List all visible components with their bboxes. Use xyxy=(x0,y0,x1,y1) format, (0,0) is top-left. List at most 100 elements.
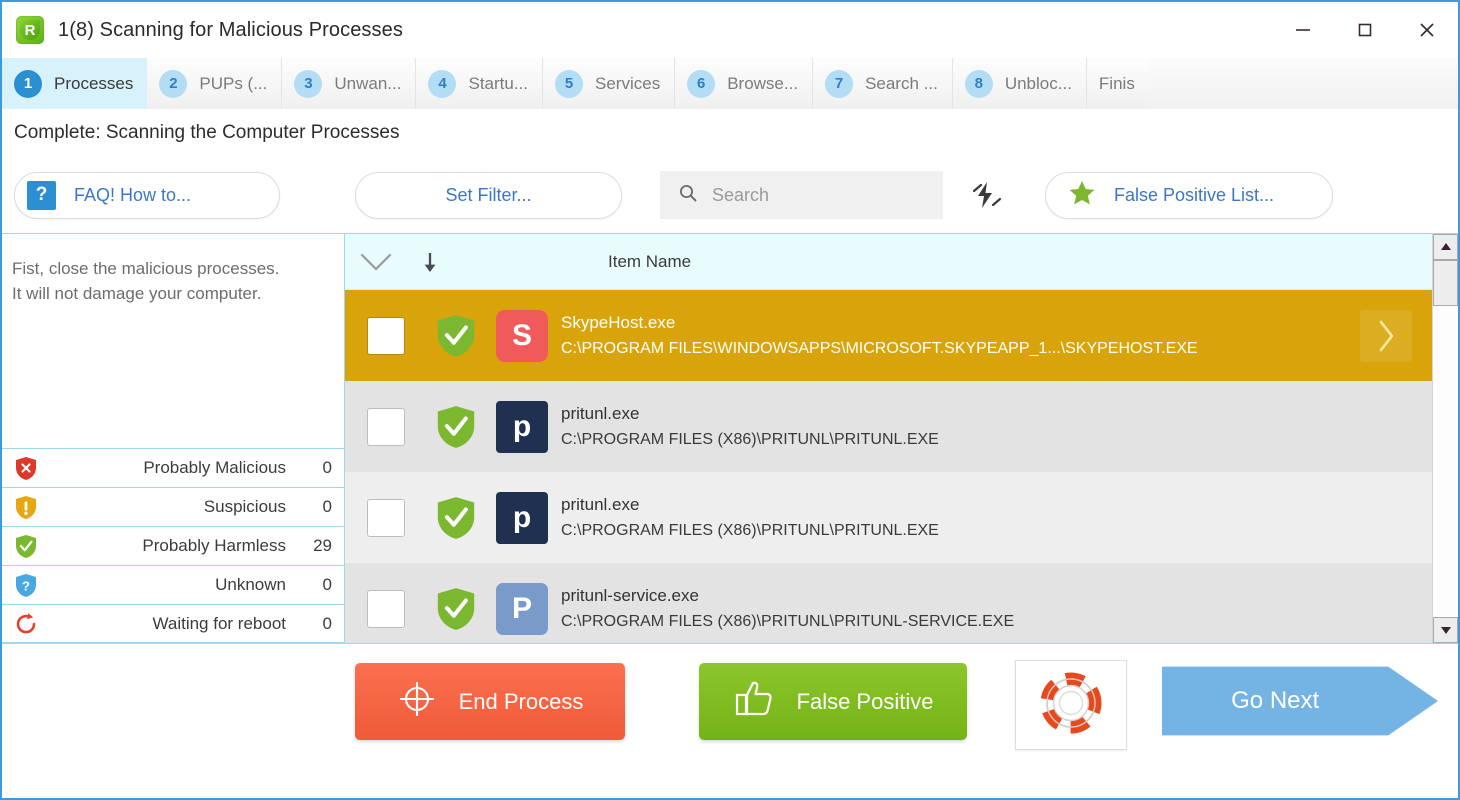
stat-label: Probably Harmless xyxy=(142,536,286,555)
end-process-button[interactable]: End Process xyxy=(355,663,625,740)
search-box[interactable] xyxy=(660,171,943,219)
faq-button[interactable]: ? FAQ! How to... xyxy=(14,171,280,219)
refresh-button[interactable] xyxy=(957,171,1017,219)
set-filter-button-label: Set Filter... xyxy=(445,184,532,205)
stat-value: 29 xyxy=(313,536,332,555)
go-next-button[interactable]: Go Next xyxy=(1162,662,1438,740)
shield-malicious-icon xyxy=(12,456,40,481)
question-mark-icon: ? xyxy=(27,180,56,210)
stat-value: 0 xyxy=(322,497,332,516)
shield-harmless-icon xyxy=(427,404,485,450)
app-logo-icon: R xyxy=(16,16,44,44)
close-button[interactable] xyxy=(1396,2,1458,58)
tab-number: 6 xyxy=(687,69,716,98)
tab-label: Processes xyxy=(54,73,134,93)
row-item-name: pritunl.exe xyxy=(561,494,640,514)
application-window: R 1(8) Scanning for Malicious Processes … xyxy=(0,0,1460,800)
maximize-button[interactable] xyxy=(1334,2,1396,58)
tab-label: PUPs (... xyxy=(199,73,268,93)
false-positive-list-label: False Positive List... xyxy=(1114,184,1275,205)
scan-status-text: Complete: Scanning the Computer Processe… xyxy=(14,122,400,143)
tab-label: Startu... xyxy=(468,73,529,93)
row-checkbox[interactable] xyxy=(367,316,405,355)
false-positive-button[interactable]: False Positive xyxy=(699,663,967,740)
star-icon xyxy=(1068,179,1096,212)
go-next-label: Go Next xyxy=(1231,687,1320,714)
app-icon-cell: p xyxy=(485,400,559,453)
scrollbar-thumb[interactable] xyxy=(1433,260,1458,306)
pritunl-app-icon: p xyxy=(496,400,548,453)
stat-label: Unknown xyxy=(215,575,286,594)
tab-unwanted[interactable]: 3 Unwan... xyxy=(282,58,417,109)
row-item-path: C:\PROGRAM FILES (X86)\PRITUNL\PRITUNL.E… xyxy=(561,430,939,448)
stat-value: 0 xyxy=(322,458,332,477)
lifebuoy-icon xyxy=(1040,672,1102,739)
tab-number: 5 xyxy=(555,69,584,98)
tab-pups[interactable]: 2 PUPs (... xyxy=(147,58,283,109)
tab-number: 1 xyxy=(14,69,42,98)
row-checkbox[interactable] xyxy=(367,407,405,446)
app-icon-cell: S xyxy=(485,309,559,362)
tab-search[interactable]: 7 Search ... xyxy=(813,58,953,109)
items-list: S SkypeHost.exe C:\PROGRAM FILES\WINDOWS… xyxy=(345,290,1432,643)
app-icon-cell: P xyxy=(485,582,559,635)
table-row[interactable]: p pritunl.exe C:\PROGRAM FILES (X86)\PRI… xyxy=(345,472,1432,563)
items-list-panel: Item Name S SkypeHost.exe C:\PROGRAM FIL… xyxy=(345,234,1432,643)
tab-startup[interactable]: 4 Startu... xyxy=(416,58,544,109)
table-row[interactable]: S SkypeHost.exe C:\PROGRAM FILES\WINDOWS… xyxy=(345,290,1432,381)
row-item-name: pritunl-service.exe xyxy=(561,585,699,605)
minimize-button[interactable] xyxy=(1272,2,1334,58)
tab-browsers[interactable]: 6 Browse... xyxy=(675,58,814,109)
row-text-cell: pritunl.exe C:\PROGRAM FILES (X86)\PRITU… xyxy=(559,401,1340,453)
search-input[interactable] xyxy=(712,184,922,206)
faq-button-label: FAQ! How to... xyxy=(74,184,192,205)
scroll-up-button[interactable] xyxy=(1433,234,1458,260)
stat-row-suspicious[interactable]: Suspicious 0 xyxy=(2,487,344,526)
chevron-down-icon[interactable] xyxy=(345,251,407,273)
false-positive-label: False Positive xyxy=(796,688,934,714)
tab-number: 8 xyxy=(964,69,993,98)
window-controls xyxy=(1272,2,1458,58)
reboot-icon xyxy=(12,612,40,636)
chevron-right-icon[interactable] xyxy=(1360,309,1412,362)
pritunl-service-app-icon: P xyxy=(496,582,548,635)
table-row[interactable]: P pritunl-service.exe C:\PROGRAM FILES (… xyxy=(345,563,1432,643)
tab-label: Search ... xyxy=(865,73,938,93)
help-button[interactable] xyxy=(1015,660,1127,750)
row-checkbox[interactable] xyxy=(367,498,405,537)
window-title: 1(8) Scanning for Malicious Processes xyxy=(58,18,403,41)
tab-unblock[interactable]: 8 Unbloc... xyxy=(952,58,1087,109)
crosshair-icon xyxy=(397,679,437,724)
main-area: Fist, close the malicious processes. It … xyxy=(2,233,1458,643)
set-filter-button[interactable]: Set Filter... xyxy=(355,171,622,219)
vertical-scrollbar[interactable] xyxy=(1432,234,1458,643)
tab-finish[interactable]: Finis xyxy=(1086,58,1149,109)
stat-row-waiting-for-reboot[interactable]: Waiting for reboot 0 xyxy=(2,604,344,643)
tab-services[interactable]: 5 Services xyxy=(543,58,676,109)
table-row[interactable]: p pritunl.exe C:\PROGRAM FILES (X86)\PRI… xyxy=(345,381,1432,472)
row-text-cell: SkypeHost.exe C:\PROGRAM FILES\WINDOWSAP… xyxy=(559,310,1340,362)
row-item-path: C:\PROGRAM FILES (X86)\PRITUNL\PRITUNL-S… xyxy=(561,612,1015,630)
sort-descending-icon[interactable] xyxy=(407,251,453,273)
tab-number: 7 xyxy=(825,69,854,98)
footer-actions: End Process False Positive Go Next xyxy=(2,643,1458,798)
skype-app-icon: S xyxy=(496,309,548,362)
sidebar: Fist, close the malicious processes. It … xyxy=(2,234,345,643)
stat-value: 0 xyxy=(322,575,332,594)
scroll-down-button[interactable] xyxy=(1433,617,1458,643)
stat-row-probably-harmless[interactable]: Probably Harmless 29 xyxy=(2,526,344,565)
stat-label: Probably Malicious xyxy=(143,458,286,477)
tab-number: 4 xyxy=(428,69,457,98)
tab-processes[interactable]: 1 Processes xyxy=(2,58,148,109)
stat-row-unknown[interactable]: ? Unknown 0 xyxy=(2,565,344,604)
row-checkbox-cell xyxy=(345,316,427,355)
column-header-item-name: Item Name xyxy=(608,251,692,271)
row-checkbox[interactable] xyxy=(367,589,405,628)
tab-label: Unwan... xyxy=(334,73,402,93)
false-positive-list-button[interactable]: False Positive List... xyxy=(1045,171,1333,219)
list-header: Item Name xyxy=(345,234,1432,290)
row-item-path: C:\PROGRAM FILES (X86)\PRITUNL\PRITUNL.E… xyxy=(561,521,939,539)
stat-row-probably-malicious[interactable]: Probably Malicious 0 xyxy=(2,448,344,487)
scrollbar-track[interactable] xyxy=(1433,260,1458,617)
shield-harmless-icon xyxy=(12,534,40,559)
